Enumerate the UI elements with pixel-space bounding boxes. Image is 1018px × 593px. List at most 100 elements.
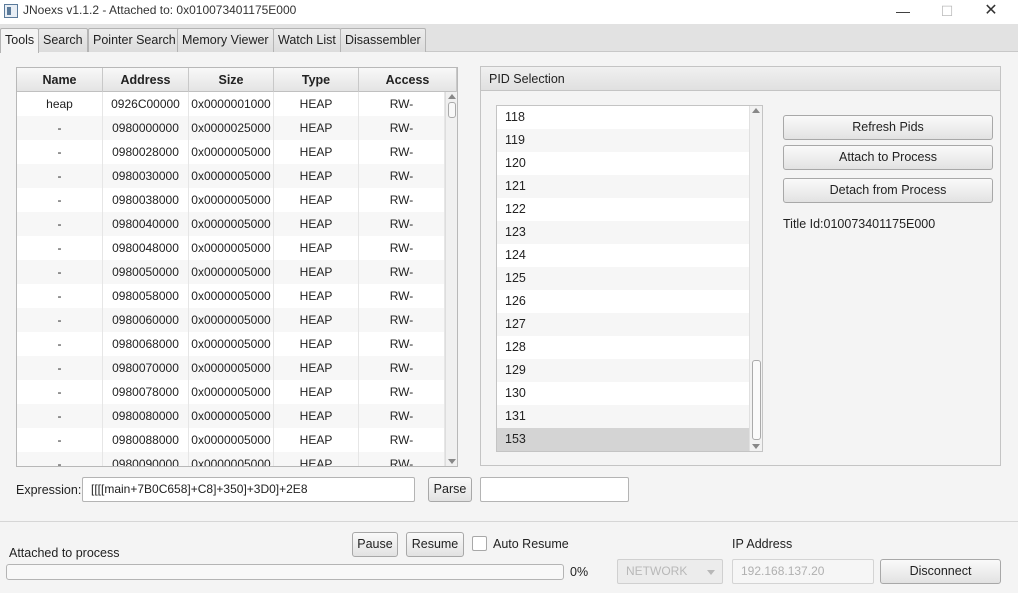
table-row[interactable]: -0980038000 0x0000005000 HEAP RW- — [17, 188, 445, 212]
table-row[interactable]: -0980030000 0x0000005000 HEAP RW- — [17, 164, 445, 188]
table-row[interactable]: -0980060000 0x0000005000 HEAP RW- — [17, 308, 445, 332]
column-header-type[interactable]: Type — [274, 68, 359, 92]
cell-type: HEAP — [274, 188, 359, 212]
scroll-down-icon[interactable] — [752, 444, 760, 449]
pid-list-item[interactable]: 128 — [497, 336, 749, 359]
pid-list-item[interactable]: 127 — [497, 313, 749, 336]
detach-from-process-button[interactable]: Detach from Process — [783, 178, 993, 203]
scroll-down-icon[interactable] — [448, 459, 456, 464]
ip-address-input[interactable]: 192.168.137.20 — [732, 559, 874, 584]
memory-regions-table[interactable]: Name Address Size Type Access heap 0926C0… — [16, 67, 458, 467]
tab-disassembler[interactable]: Disassembler — [340, 28, 426, 52]
cell-size: 0x0000005000 — [189, 212, 274, 236]
tab-tools[interactable]: Tools — [0, 28, 40, 53]
cell-type: HEAP — [274, 212, 359, 236]
pid-list[interactable]: 118 119 120 121 122 123 124 125 126 127 128 129 130 1… — [496, 105, 763, 452]
cell-size: 0x0000005000 — [189, 260, 274, 284]
column-header-name[interactable]: Name — [17, 68, 103, 92]
cell-size: 0x0000005000 — [189, 236, 274, 260]
table-row[interactable]: -0980058000 0x0000005000 HEAP RW- — [17, 284, 445, 308]
resume-button[interactable]: Resume — [406, 532, 464, 557]
cell-access: RW- — [359, 236, 445, 260]
maximize-button[interactable]: ☐ — [924, 0, 970, 24]
tab-memory-viewer[interactable]: Memory Viewer — [177, 28, 274, 52]
title-bar: JNoexs v1.1.2 - Attached to: 0x010073401… — [0, 0, 1018, 24]
cell-name: - — [17, 212, 103, 236]
pid-list-item[interactable]: 124 — [497, 244, 749, 267]
pid-list-item[interactable]: 153 — [497, 428, 749, 451]
pid-list-item[interactable]: 122 — [497, 198, 749, 221]
pid-list-item[interactable]: 130 — [497, 382, 749, 405]
tab-pointer-search[interactable]: Pointer Search — [88, 28, 181, 52]
cell-access: RW- — [359, 380, 445, 404]
pid-list-item[interactable]: 129 — [497, 359, 749, 382]
cell-access: RW- — [359, 404, 445, 428]
cell-address: 0980080000 — [103, 404, 189, 428]
cell-size: 0x0000005000 — [189, 428, 274, 452]
column-header-access[interactable]: Access — [359, 68, 457, 92]
cell-size: 0x0000005000 — [189, 140, 274, 164]
pid-list-item[interactable]: 123 — [497, 221, 749, 244]
cell-type: HEAP — [274, 164, 359, 188]
connection-mode-select[interactable]: NETWORK — [617, 559, 723, 584]
parse-button[interactable]: Parse — [428, 477, 472, 502]
column-header-address[interactable]: Address — [103, 68, 189, 92]
auto-resume-checkbox[interactable] — [472, 536, 487, 551]
refresh-pids-button[interactable]: Refresh Pids — [783, 115, 993, 140]
cell-name: - — [17, 404, 103, 428]
parse-result-field[interactable] — [480, 477, 629, 502]
pid-list-item[interactable]: 119 — [497, 129, 749, 152]
close-button[interactable]: ✕ — [968, 0, 1014, 24]
tab-watch-list[interactable]: Watch List — [273, 28, 341, 52]
scroll-up-icon[interactable] — [448, 94, 456, 99]
pid-list-scrollbar[interactable] — [749, 106, 762, 451]
status-text: Attached to process — [9, 546, 120, 560]
cell-type: HEAP — [274, 380, 359, 404]
column-header-size[interactable]: Size — [189, 68, 274, 92]
minimize-button[interactable]: — — [880, 0, 926, 24]
pid-list-item[interactable]: 118 — [497, 106, 749, 129]
table-row[interactable]: -0980078000 0x0000005000 HEAP RW- — [17, 380, 445, 404]
attach-to-process-button[interactable]: Attach to Process — [783, 145, 993, 170]
cell-name: - — [17, 260, 103, 284]
cell-address: 0980070000 — [103, 356, 189, 380]
table-row[interactable]: heap 0926C00000 0x0000001000 HEAP RW- — [17, 92, 445, 116]
cell-size: 0x0000001000 — [189, 92, 274, 116]
pid-list-item[interactable]: 125 — [497, 267, 749, 290]
pid-list-item[interactable]: 131 — [497, 405, 749, 428]
table-row[interactable]: -0980090000 0x0000005000 HEAP RW- — [17, 452, 445, 466]
cell-name: - — [17, 164, 103, 188]
table-row[interactable]: -0980080000 0x0000005000 HEAP RW- — [17, 404, 445, 428]
auto-resume-label[interactable]: Auto Resume — [493, 537, 569, 551]
cell-size: 0x0000005000 — [189, 164, 274, 188]
cell-address: 0980038000 — [103, 188, 189, 212]
table-row[interactable]: -0980070000 0x0000005000 HEAP RW- — [17, 356, 445, 380]
table-row[interactable]: -0980028000 0x0000005000 HEAP RW- — [17, 140, 445, 164]
cell-size: 0x0000025000 — [189, 116, 274, 140]
cell-type: HEAP — [274, 260, 359, 284]
pid-list-item[interactable]: 121 — [497, 175, 749, 198]
pid-list-item[interactable]: 126 — [497, 290, 749, 313]
cell-name: - — [17, 236, 103, 260]
table-row[interactable]: -0980040000 0x0000005000 HEAP RW- — [17, 212, 445, 236]
scrollbar-thumb[interactable] — [448, 102, 456, 118]
app-icon — [4, 4, 18, 18]
cell-access: RW- — [359, 92, 445, 116]
table-row[interactable]: -0980048000 0x0000005000 HEAP RW- — [17, 236, 445, 260]
table-row[interactable]: -0980000000 0x0000025000 HEAP RW- — [17, 116, 445, 140]
scroll-up-icon[interactable] — [752, 108, 760, 113]
progress-percent: 0% — [570, 565, 589, 579]
expression-input[interactable]: [[[[main+7B0C658]+C8]+350]+3D0]+2E8 — [82, 477, 415, 502]
window-title: JNoexs v1.1.2 - Attached to: 0x010073401… — [23, 3, 297, 17]
pid-list-item[interactable]: 120 — [497, 152, 749, 175]
table-row[interactable]: -0980050000 0x0000005000 HEAP RW- — [17, 260, 445, 284]
cell-access: RW- — [359, 356, 445, 380]
scrollbar-thumb[interactable] — [752, 360, 761, 440]
table-row[interactable]: -0980068000 0x0000005000 HEAP RW- — [17, 332, 445, 356]
disconnect-button[interactable]: Disconnect — [880, 559, 1001, 584]
table-scrollbar[interactable] — [445, 92, 457, 466]
tab-search[interactable]: Search — [38, 28, 88, 52]
table-row[interactable]: -0980088000 0x0000005000 HEAP RW- — [17, 428, 445, 452]
cell-address: 0980078000 — [103, 380, 189, 404]
pause-button[interactable]: Pause — [352, 532, 398, 557]
